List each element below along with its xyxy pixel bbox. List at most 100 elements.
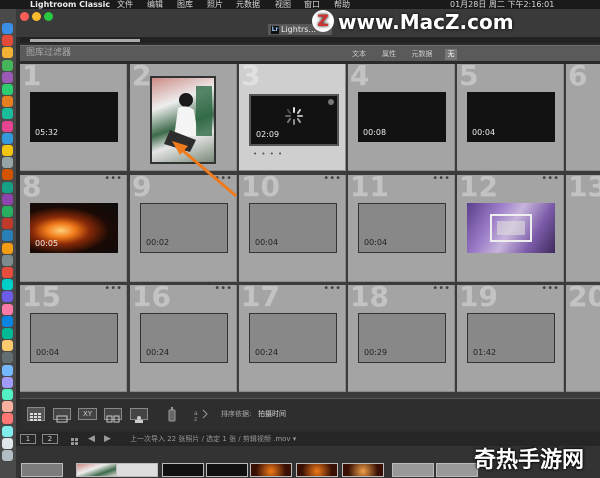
- more-options-icon[interactable]: •••: [214, 175, 232, 184]
- dock-app-icon[interactable]: [2, 35, 13, 47]
- dock-app-icon[interactable]: [2, 132, 13, 144]
- dock-app-icon[interactable]: [2, 315, 13, 327]
- app-menu[interactable]: Lightroom Classic: [30, 0, 110, 9]
- dock-app-icon[interactable]: [2, 108, 13, 120]
- video-thumbnail[interactable]: 00:02: [140, 203, 228, 253]
- dock-app-icon[interactable]: [2, 389, 13, 400]
- grid-small-icon[interactable]: [70, 433, 82, 445]
- display-1-button[interactable]: 1: [20, 434, 36, 444]
- video-thumbnail[interactable]: [150, 76, 216, 164]
- sort-select[interactable]: 拍摄时间: [258, 410, 286, 419]
- menu-window[interactable]: 窗口: [304, 0, 320, 9]
- more-options-icon[interactable]: •••: [323, 175, 341, 184]
- grid-cell[interactable]: 13: [566, 175, 600, 282]
- filmstrip-source-info[interactable]: 上一次导入 22 张照片 / 选定 1 张 / 剪辑视频 .mov ▾: [130, 434, 296, 444]
- menu-view[interactable]: 视图: [275, 0, 291, 9]
- more-options-icon[interactable]: •••: [432, 175, 450, 184]
- filmstrip-thumbnail[interactable]: [436, 463, 478, 477]
- grid-cell[interactable]: 6: [566, 64, 600, 171]
- video-thumbnail[interactable]: 00:08: [358, 92, 446, 142]
- filmstrip-thumbnail[interactable]: [76, 463, 118, 477]
- menu-photo[interactable]: 照片: [207, 0, 223, 9]
- more-options-icon[interactable]: •••: [323, 285, 341, 294]
- dock-app-icon[interactable]: [2, 437, 13, 449]
- video-thumbnail[interactable]: 00:05: [30, 203, 118, 253]
- filmstrip-thumbnail[interactable]: [162, 463, 204, 477]
- dock-app-icon[interactable]: [2, 120, 13, 132]
- dock-app-icon[interactable]: [2, 206, 13, 217]
- dock-app-icon[interactable]: [2, 413, 13, 425]
- more-options-icon[interactable]: •••: [104, 175, 122, 184]
- dock-app-icon[interactable]: [2, 401, 13, 413]
- video-thumbnail[interactable]: 00:24: [140, 313, 228, 363]
- zoom-window-button[interactable]: [44, 12, 53, 21]
- forward-arrow-icon[interactable]: ▶: [104, 434, 114, 444]
- grid-cell[interactable]: 10 ••• 00:04: [239, 175, 346, 282]
- grid-cell[interactable]: 1 05:32: [20, 64, 127, 171]
- video-thumbnail[interactable]: 00:04: [249, 203, 337, 253]
- video-thumbnail[interactable]: 00:24: [249, 313, 337, 363]
- menu-library[interactable]: 图库: [177, 0, 193, 9]
- dock-app-icon[interactable]: [2, 145, 13, 156]
- rating-dots[interactable]: • • • •: [253, 150, 283, 158]
- dock-app-icon[interactable]: [2, 291, 13, 303]
- more-options-icon[interactable]: •••: [214, 285, 232, 294]
- dock-app-icon[interactable]: [2, 352, 13, 364]
- more-options-icon[interactable]: •••: [541, 175, 559, 184]
- video-thumbnail[interactable]: 00:04: [358, 203, 446, 253]
- video-thumbnail[interactable]: 00:04: [30, 313, 118, 363]
- grid-cell[interactable]: 18 ••• 00:29: [348, 285, 455, 392]
- dock-app-icon[interactable]: [2, 71, 13, 83]
- dock-app-icon[interactable]: [2, 181, 13, 193]
- grid-cell[interactable]: 16 ••• 00:24: [130, 285, 237, 392]
- video-thumbnail[interactable]: 05:32: [30, 92, 118, 142]
- sort-direction-icon[interactable]: az: [193, 406, 215, 423]
- dock-app-icon[interactable]: [2, 303, 13, 315]
- grid-cell[interactable]: 8 ••• 00:05: [20, 175, 127, 282]
- grid-cell[interactable]: 11 ••• 00:04: [348, 175, 455, 282]
- video-thumbnail[interactable]: 02:09: [249, 94, 339, 146]
- dock-app-icon[interactable]: [2, 59, 13, 71]
- filmstrip-thumbnail[interactable]: [342, 463, 384, 477]
- survey-view-button[interactable]: [104, 408, 122, 423]
- loupe-view-button[interactable]: [53, 408, 71, 423]
- video-thumbnail[interactable]: 00:04: [467, 92, 555, 142]
- grid-view-button[interactable]: [27, 407, 45, 421]
- filter-text-button[interactable]: 文本: [348, 49, 370, 60]
- filmstrip-thumbnail[interactable]: [21, 463, 63, 477]
- video-thumbnail[interactable]: [467, 203, 555, 253]
- dock-app-icon[interactable]: [2, 157, 13, 169]
- dock-app-icon[interactable]: [2, 47, 13, 59]
- close-window-button[interactable]: [20, 12, 29, 21]
- menu-file[interactable]: 文件: [117, 0, 133, 9]
- filmstrip-thumbnail[interactable]: [296, 463, 338, 477]
- dock-app-icon[interactable]: [2, 242, 13, 254]
- grid-cell[interactable]: 3 02:09 • • • •: [239, 64, 346, 171]
- grid-cell[interactable]: 5 00:04: [457, 64, 564, 171]
- grid-cell[interactable]: 12 •••: [457, 175, 564, 282]
- dock-app-icon[interactable]: [2, 267, 13, 278]
- dock-app-icon[interactable]: [2, 364, 13, 376]
- video-thumbnail[interactable]: 00:29: [358, 313, 446, 363]
- dock-app-icon[interactable]: [2, 193, 13, 205]
- dock-app-icon[interactable]: [2, 218, 13, 230]
- minimize-window-button[interactable]: [32, 12, 41, 21]
- grid-cell[interactable]: 9 ••• 00:02: [130, 175, 237, 282]
- dock-app-icon[interactable]: [2, 340, 13, 352]
- grid-cell[interactable]: 20•••: [566, 285, 600, 392]
- dock-app-icon[interactable]: [2, 328, 13, 339]
- menu-help[interactable]: 帮助: [334, 0, 350, 9]
- people-view-button[interactable]: [130, 408, 148, 423]
- dock-app-icon[interactable]: [2, 254, 13, 266]
- dock-app-icon[interactable]: [2, 169, 13, 181]
- filter-none-button[interactable]: 无: [445, 49, 457, 60]
- grid-cell[interactable]: 15 ••• 00:04: [20, 285, 127, 392]
- grid-cell[interactable]: 17 ••• 00:24: [239, 285, 346, 392]
- dock-app-icon[interactable]: [2, 376, 13, 388]
- grid-cell[interactable]: 19 ••• 01:42: [457, 285, 564, 392]
- filmstrip-thumbnail[interactable]: [392, 463, 434, 477]
- filter-metadata-button[interactable]: 元数据: [406, 49, 438, 60]
- spray-can-icon[interactable]: [167, 405, 177, 423]
- dock-app-icon[interactable]: [2, 23, 13, 34]
- more-options-icon[interactable]: •••: [541, 285, 559, 294]
